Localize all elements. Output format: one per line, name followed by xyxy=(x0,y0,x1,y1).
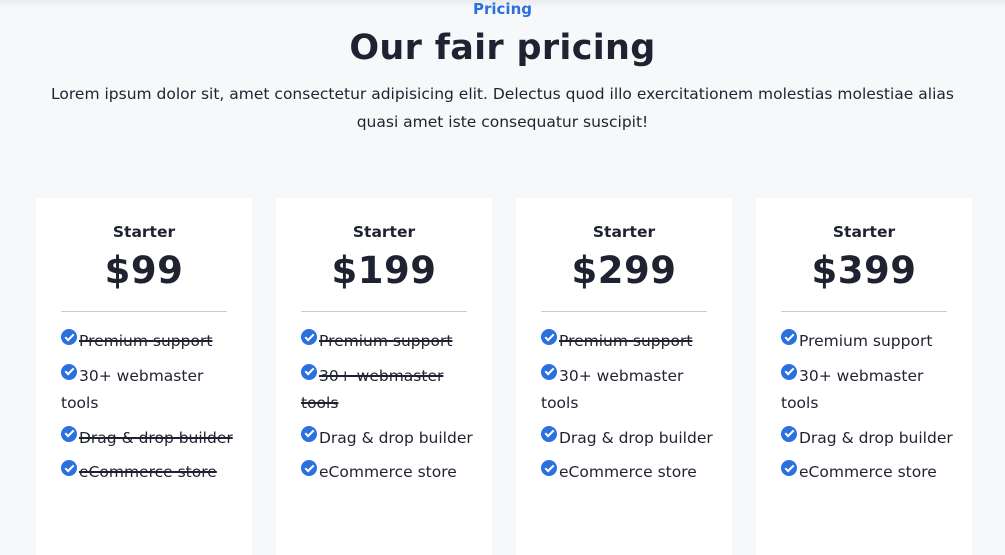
plan-price: $99 xyxy=(104,249,184,292)
feature-item: Drag & drop builder xyxy=(301,425,481,453)
plan-name: Starter xyxy=(832,223,896,241)
feature-label: Premium support xyxy=(319,332,453,350)
feature-item: Premium support xyxy=(301,328,481,356)
feature-item: Drag & drop builder xyxy=(781,425,961,453)
feature-item: eCommerce store xyxy=(781,459,961,487)
card-divider xyxy=(541,311,707,312)
section-eyebrow: Pricing xyxy=(473,0,532,18)
feature-item: eCommerce store xyxy=(541,459,721,487)
feature-item: eCommerce store xyxy=(61,459,241,487)
check-circle-icon xyxy=(781,425,797,442)
feature-label: 30+ webmaster tools xyxy=(301,366,444,413)
check-circle-icon xyxy=(781,363,797,380)
plan-price: $299 xyxy=(571,249,677,292)
feature-label: eCommerce store xyxy=(559,463,697,481)
feature-item: 30+ webmaster tools xyxy=(61,363,241,418)
feature-item: 30+ webmaster tools xyxy=(541,363,721,418)
check-circle-icon xyxy=(781,460,797,476)
feature-label: eCommerce store xyxy=(79,463,217,481)
feature-label: 30+ webmaster tools xyxy=(781,366,924,413)
feature-label: Premium support xyxy=(79,332,213,350)
check-circle-icon xyxy=(781,329,797,345)
section-description: Lorem ipsum dolor sit, amet consectetur … xyxy=(51,85,954,131)
feature-item: Premium support xyxy=(61,328,241,356)
feature-list: Premium support 30+ webmaster tools Drag &… xyxy=(541,328,721,494)
check-circle-icon xyxy=(61,425,77,442)
feature-item: Premium support xyxy=(781,328,961,356)
plan-price: $399 xyxy=(811,249,917,292)
feature-label: 30+ webmaster tools xyxy=(61,366,204,413)
feature-item: Drag & drop builder xyxy=(61,425,241,453)
pricing-card-4: Starter $399 Premium support 30+ webmaste… xyxy=(756,198,972,555)
card-divider xyxy=(301,311,467,312)
feature-item: eCommerce store xyxy=(301,459,481,487)
feature-list: Premium support 30+ webmaster tools Drag &… xyxy=(781,328,961,494)
check-circle-icon xyxy=(61,363,77,380)
feature-item: 30+ webmaster tools xyxy=(301,363,481,418)
feature-label: Premium support xyxy=(799,332,933,350)
pricing-cards: Starter $99 Premium support 30+ webmaster… xyxy=(36,198,976,555)
plan-price: $199 xyxy=(331,249,437,292)
feature-item: Premium support xyxy=(541,328,721,356)
pricing-card-1: Starter $99 Premium support 30+ webmaster… xyxy=(36,198,252,555)
feature-list: Premium support 30+ webmaster tools Drag &… xyxy=(301,328,481,494)
feature-label: eCommerce store xyxy=(799,463,937,481)
feature-label: Drag & drop builder xyxy=(799,428,953,447)
card-divider xyxy=(61,311,227,312)
feature-item: Drag & drop builder xyxy=(541,425,721,453)
card-divider xyxy=(781,311,947,312)
check-circle-icon xyxy=(541,425,557,442)
check-circle-icon xyxy=(541,363,557,380)
feature-list: Premium support 30+ webmaster tools Drag &… xyxy=(61,328,241,494)
feature-label: eCommerce store xyxy=(319,463,457,481)
plan-name: Starter xyxy=(592,223,656,241)
page-title: Our fair pricing xyxy=(349,28,656,68)
feature-label: Premium support xyxy=(559,332,693,350)
feature-label: 30+ webmaster tools xyxy=(541,366,684,413)
check-circle-icon xyxy=(301,329,317,345)
check-circle-icon xyxy=(301,425,317,442)
check-circle-icon xyxy=(301,363,317,380)
check-circle-icon xyxy=(61,329,77,345)
pricing-card-3: Starter $299 Premium support 30+ webmaste… xyxy=(516,198,732,555)
check-circle-icon xyxy=(301,460,317,476)
feature-item: 30+ webmaster tools xyxy=(781,363,961,418)
feature-label: Drag & drop builder xyxy=(559,428,713,447)
pricing-card-2: Starter $199 Premium support 30+ webmaste… xyxy=(276,198,492,555)
feature-label: Drag & drop builder xyxy=(319,428,473,447)
plan-name: Starter xyxy=(352,223,416,241)
feature-label: Drag & drop builder xyxy=(79,428,233,447)
check-circle-icon xyxy=(61,460,77,476)
check-circle-icon xyxy=(541,329,557,345)
check-circle-icon xyxy=(541,460,557,476)
plan-name: Starter xyxy=(112,223,176,241)
